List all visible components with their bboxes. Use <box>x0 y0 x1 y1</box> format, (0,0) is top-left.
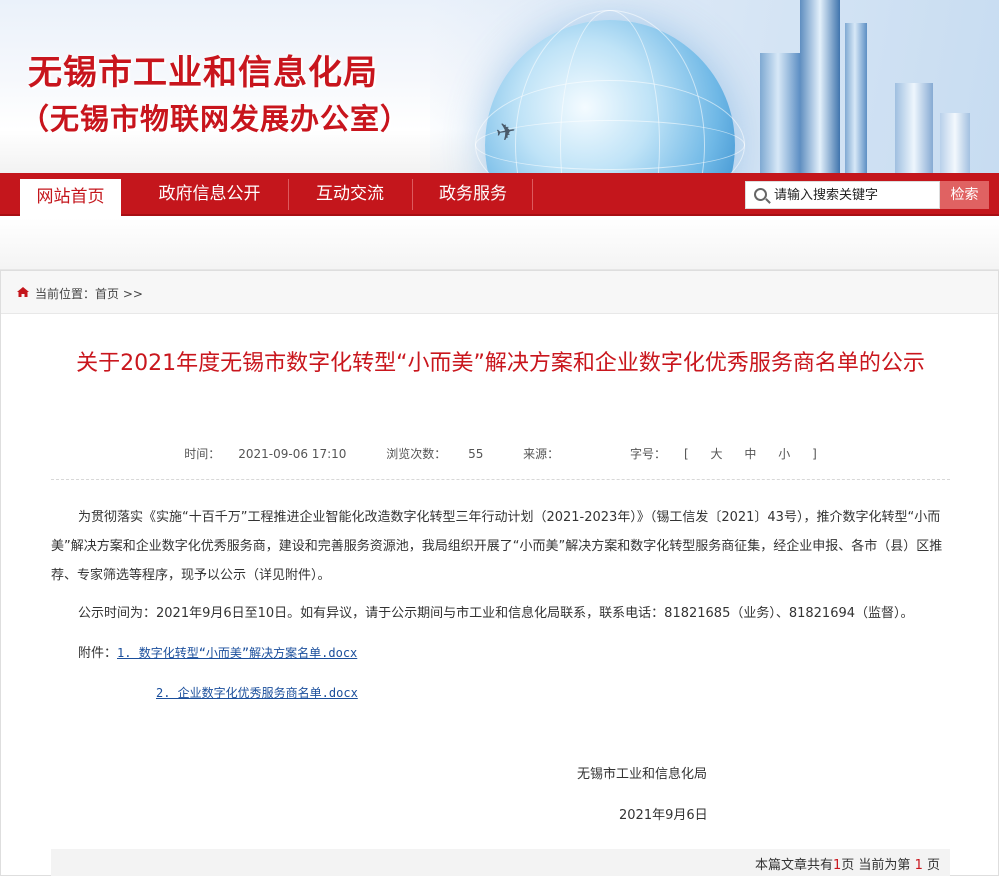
breadcrumb-arrow: >> <box>122 287 143 301</box>
signature: 无锡市工业和信息化局 <box>577 767 708 782</box>
attachment-link-1[interactable]: 1. 数字化转型“小而美”解决方案名单.docx <box>117 646 357 660</box>
publish-time: 2021-09-06 17:10 <box>238 447 347 461</box>
views-label: 浏览次数： <box>386 447 447 461</box>
fontsize-bracket-close: ] <box>812 447 817 461</box>
building-graphic <box>800 0 840 173</box>
fontsize-medium-link[interactable]: 中 <box>744 447 756 461</box>
view-count: 55 <box>468 447 484 461</box>
home-icon <box>17 287 29 297</box>
nav-divider <box>532 179 533 210</box>
article-paragraph-1: 为贯彻落实《实施“十百千万”工程推进企业智能化改造数字化转型三年行动计划（202… <box>51 510 943 583</box>
fontsize-bracket-open: [ <box>684 447 689 461</box>
search-button[interactable]: 检索 <box>940 181 989 209</box>
building-graphic <box>895 83 933 173</box>
pager-text-2: 页 当前为第 <box>841 858 911 873</box>
site-banner: ✈ 无锡市工业和信息化局 （无锡市物联网发展办公室） <box>0 0 999 173</box>
article-meta: 时间： 2021-09-06 17:10 浏览次数： 55 来源： 字号：[ 大 … <box>41 445 960 462</box>
pager: 本篇文章共有1页 当前为第 1 页 <box>51 849 950 876</box>
site-title: 无锡市工业和信息化局 <box>28 53 378 93</box>
attachments-line-2: 2. 企业数字化优秀服务商名单.docx <box>51 679 950 708</box>
content-panel: 当前位置：首页 >> 关于2021年度无锡市数字化转型“小而美”解决方案和企业数… <box>0 270 999 876</box>
article-paragraph-2: 公示时间为：2021年9月6日至10日。如有异议，请于公示期间与市工业和信息化局… <box>78 606 914 621</box>
search-box <box>745 181 940 209</box>
attachment-link-2[interactable]: 2. 企业数字化优秀服务商名单.docx <box>156 686 358 700</box>
search-input[interactable] <box>774 182 934 208</box>
time-label: 时间： <box>184 447 221 461</box>
building-graphic <box>940 113 970 173</box>
fontsize-small-link[interactable]: 小 <box>778 447 790 461</box>
nav-divider <box>288 179 289 210</box>
sub-band <box>0 218 999 270</box>
building-graphic <box>760 53 800 173</box>
search-icon <box>754 188 767 201</box>
nav-item-interaction[interactable]: 互动交流 <box>294 173 406 216</box>
fontsize-large-link[interactable]: 大 <box>711 447 723 461</box>
fontsize-label: 字号： <box>630 447 667 461</box>
nav-item-services[interactable]: 政务服务 <box>418 173 528 216</box>
breadcrumb: 当前位置：首页 >> <box>1 271 998 314</box>
attachments-label: 附件： <box>78 646 118 661</box>
nav-divider <box>412 179 413 210</box>
attachments-line-1: 附件：1. 数字化转型“小而美”解决方案名单.docx <box>51 639 950 668</box>
signature-date: 2021年9月6日 <box>619 808 708 823</box>
breadcrumb-prefix: 当前位置： <box>35 287 96 301</box>
pager-current: 1 <box>914 858 923 873</box>
breadcrumb-home-link[interactable]: 首页 <box>95 287 119 301</box>
breadcrumb-text: 当前位置：首页 >> <box>35 285 143 302</box>
content-divider <box>51 479 950 480</box>
pager-text-1: 本篇文章共有 <box>754 858 833 873</box>
nav-item-gov-info[interactable]: 政府信息公开 <box>137 173 282 216</box>
site-subtitle: （无锡市物联网发展办公室） <box>20 102 411 136</box>
pager-text-3: 页 <box>926 858 940 873</box>
building-graphic <box>845 23 867 173</box>
nav-item-home[interactable]: 网站首页 <box>20 179 121 216</box>
source-label: 来源： <box>523 447 560 461</box>
article-title: 关于2021年度无锡市数字化转型“小而美”解决方案和企业数字化优秀服务商名单的公… <box>76 351 925 376</box>
